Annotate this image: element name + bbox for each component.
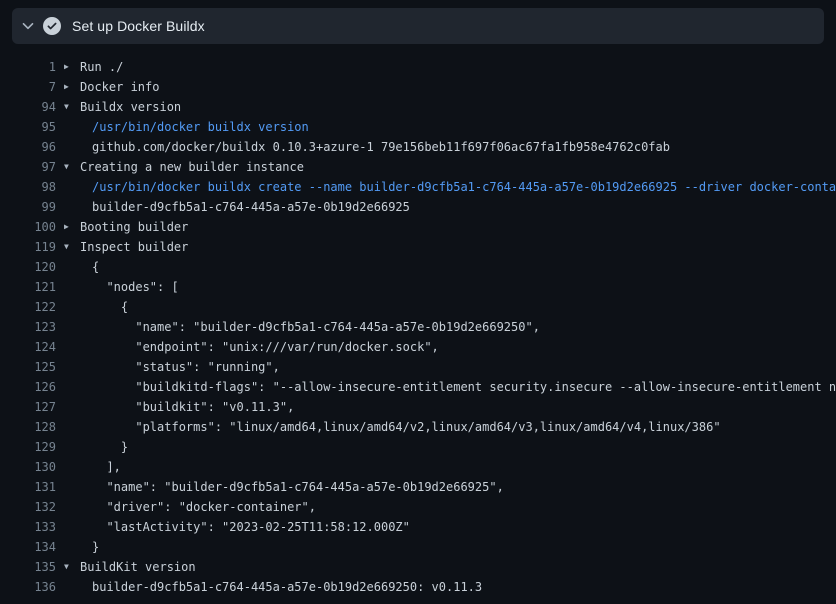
collapse-triangle-icon: ▼ [64,557,80,577]
log-line: 120 { [0,257,836,277]
log-group-row[interactable]: 119 ▼Inspect builder [0,237,836,257]
line-number[interactable]: 129 [0,437,56,457]
line-number[interactable]: 100 [0,217,56,237]
expand-triangle-icon: ▶ [64,217,80,237]
log-group-row[interactable]: 97 ▼Creating a new builder instance [0,157,836,177]
collapse-triangle-icon: ▼ [64,237,80,257]
line-number[interactable]: 98 [0,177,56,197]
log-line: 131 "name": "builder-d9cfb5a1-c764-445a-… [0,477,836,497]
output-text: "lastActivity": "2023-02-25T11:58:12.000… [92,517,410,537]
log-line: 134} [0,537,836,557]
line-number[interactable]: 134 [0,537,56,557]
group-title: Booting builder [80,217,188,237]
log-line: 95/usr/bin/docker buildx version [0,117,836,137]
line-number[interactable]: 119 [0,237,56,257]
output-text: builder-d9cfb5a1-c764-445a-a57e-0b19d2e6… [92,197,410,217]
log-line: 130 ], [0,457,836,477]
output-text: "nodes": [ [92,277,179,297]
line-number[interactable]: 135 [0,557,56,577]
expand-triangle-icon: ▶ [64,77,80,97]
output-text: builder-d9cfb5a1-c764-445a-a57e-0b19d2e6… [92,577,482,597]
log-line: 98/usr/bin/docker buildx create --name b… [0,177,836,197]
log-group-row[interactable]: 135 ▼BuildKit version [0,557,836,577]
output-text: { [92,257,99,277]
line-number[interactable]: 95 [0,117,56,137]
output-text: "buildkitd-flags": "--allow-insecure-ent… [92,377,836,397]
command-text: /usr/bin/docker buildx version [92,117,309,137]
line-number[interactable]: 136 [0,577,56,597]
line-number[interactable]: 125 [0,357,56,377]
line-number[interactable]: 122 [0,297,56,317]
output-text: { [92,297,128,317]
output-text: "name": "builder-d9cfb5a1-c764-445a-a57e… [92,477,504,497]
step-title: Set up Docker Buildx [72,18,205,34]
log-line: 99 builder-d9cfb5a1-c764-445a-a57e-0b19d2… [0,197,836,217]
line-number[interactable]: 7 [0,77,56,97]
line-number[interactable]: 121 [0,277,56,297]
line-number[interactable]: 131 [0,477,56,497]
output-text: } [92,537,99,557]
line-number[interactable]: 1 [0,57,56,77]
check-circle-icon [43,17,61,35]
log-line: 127 "buildkit": "v0.11.3", [0,397,836,417]
output-text: github.com/docker/buildx 0.10.3+azure-1 … [92,137,670,157]
line-number[interactable]: 124 [0,337,56,357]
collapse-triangle-icon: ▼ [64,157,80,177]
group-title: Inspect builder [80,237,188,257]
log-line: 124 "endpoint": "unix:///var/run/docker.… [0,337,836,357]
line-number[interactable]: 94 [0,97,56,117]
log-line: 121 "nodes": [ [0,277,836,297]
line-number[interactable]: 130 [0,457,56,477]
actions-log-viewer: Set up Docker Buildx 1▶Run ./7▶Docker in… [0,0,836,604]
log-line: 132 "driver": "docker-container", [0,497,836,517]
line-number[interactable]: 99 [0,197,56,217]
log-line: 123 "name": "builder-d9cfb5a1-c764-445a-… [0,317,836,337]
output-text: "driver": "docker-container", [92,497,316,517]
output-text: ], [92,457,121,477]
log-line: 129 } [0,437,836,457]
line-number[interactable]: 120 [0,257,56,277]
line-number[interactable]: 97 [0,157,56,177]
line-number[interactable]: 123 [0,317,56,337]
log-line: 136 builder-d9cfb5a1-c764-445a-a57e-0b19d… [0,577,836,597]
log-line: 125 "status": "running", [0,357,836,377]
log-lines-container: 1▶Run ./7▶Docker info94▼Buildx version95… [0,57,836,597]
log-line: 96 github.com/docker/buildx 0.10.3+azure-… [0,137,836,157]
log-line: 126 "buildkitd-flags": "--allow-insecure… [0,377,836,397]
output-text: "buildkit": "v0.11.3", [92,397,294,417]
command-text: /usr/bin/docker buildx create --name bui… [92,177,836,197]
collapse-triangle-icon: ▼ [64,97,80,117]
output-text: "platforms": "linux/amd64,linux/amd64/v2… [92,417,721,437]
expand-triangle-icon: ▶ [64,57,80,77]
line-number[interactable]: 126 [0,377,56,397]
output-text: } [92,437,128,457]
log-line: 122 { [0,297,836,317]
log-line: 128 "platforms": "linux/amd64,linux/amd6… [0,417,836,437]
group-title: Run ./ [80,57,123,77]
line-number[interactable]: 132 [0,497,56,517]
line-number[interactable]: 133 [0,517,56,537]
log-group-row[interactable]: 100 ▶Booting builder [0,217,836,237]
line-number[interactable]: 96 [0,137,56,157]
log-line: 133 "lastActivity": "2023-02-25T11:58:12… [0,517,836,537]
chevron-down-icon[interactable] [20,18,36,34]
output-text: "status": "running", [92,357,280,377]
group-title: Creating a new builder instance [80,157,304,177]
output-text: "name": "builder-d9cfb5a1-c764-445a-a57e… [92,317,540,337]
group-title: Buildx version [80,97,181,117]
line-number[interactable]: 127 [0,397,56,417]
log-group-row[interactable]: 1 ▶Run ./ [0,57,836,77]
line-number[interactable]: 128 [0,417,56,437]
step-header-toggle[interactable]: Set up Docker Buildx [12,8,824,44]
group-title: Docker info [80,77,159,97]
log-group-row[interactable]: 7 ▶Docker info [0,77,836,97]
output-text: "endpoint": "unix:///var/run/docker.sock… [92,337,439,357]
log-group-row[interactable]: 94 ▼Buildx version [0,97,836,117]
group-title: BuildKit version [80,557,196,577]
